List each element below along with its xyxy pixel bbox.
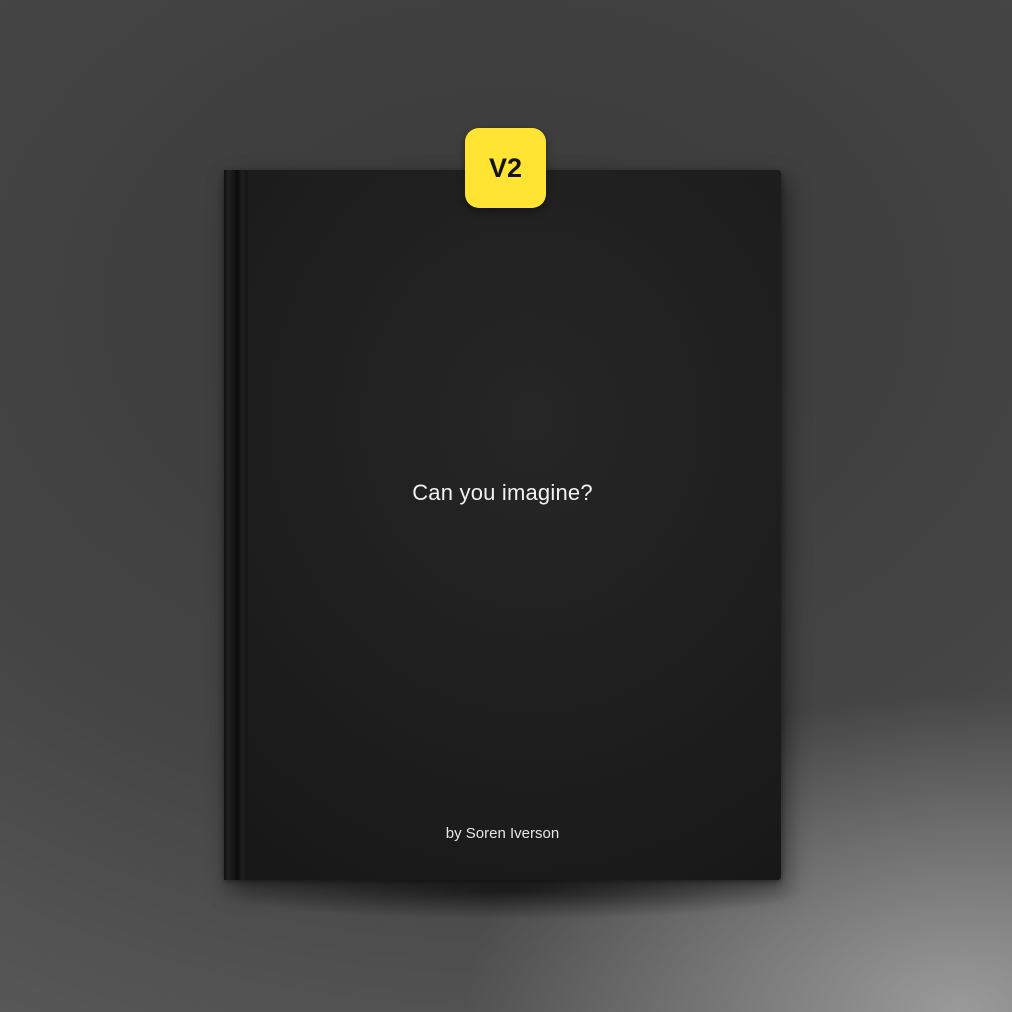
book-cover: Can you imagine? by Soren Iverson [224,170,781,880]
version-badge-label: V2 [488,152,523,183]
book-author: by Soren Iverson [445,825,560,842]
book-title: Can you imagine? [412,480,593,505]
book-spine [224,170,248,880]
version-badge: V2 [465,128,546,208]
product-scene: Can you imagine? by Soren Iverson V2 [0,0,1012,1012]
